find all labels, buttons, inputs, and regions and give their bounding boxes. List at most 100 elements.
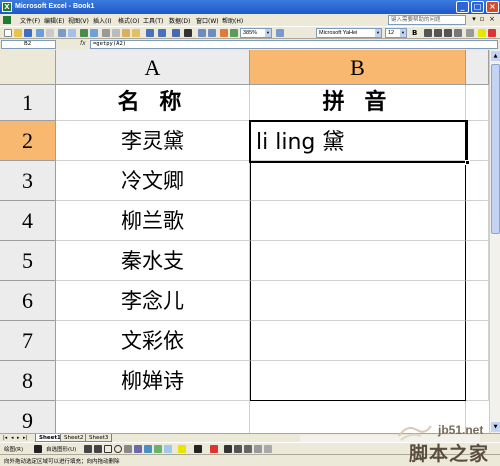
- vertical-scroll-thumb[interactable]: [491, 64, 500, 234]
- menu-data[interactable]: 数据(D): [169, 16, 190, 25]
- cell-c6[interactable]: [466, 281, 489, 321]
- menu-insert[interactable]: 插入(I): [93, 16, 111, 25]
- cell-b6[interactable]: [250, 281, 466, 321]
- diagram-icon[interactable]: [144, 445, 152, 453]
- cell-a8[interactable]: 柳婵诗: [56, 361, 250, 401]
- cell-b7[interactable]: [250, 321, 466, 361]
- font-name-select[interactable]: Microsoft YaHei ▼: [316, 28, 382, 38]
- research-icon[interactable]: [90, 29, 98, 37]
- line-icon[interactable]: [84, 445, 92, 453]
- cell-a3[interactable]: 冷文卿: [56, 161, 250, 201]
- cell-a4[interactable]: 柳兰歌: [56, 201, 250, 241]
- line-style-icon[interactable]: [224, 445, 232, 453]
- column-header-b[interactable]: B: [250, 50, 466, 85]
- copy-icon[interactable]: [112, 29, 120, 37]
- select-all-corner[interactable]: [0, 50, 56, 85]
- permission-icon[interactable]: [36, 29, 44, 37]
- redo-icon[interactable]: [158, 29, 166, 37]
- borders-icon[interactable]: [466, 29, 474, 37]
- minimize-button[interactable]: _: [456, 1, 469, 13]
- column-header-a[interactable]: A: [56, 50, 250, 85]
- menu-tools[interactable]: 工具(T): [143, 16, 163, 25]
- row-header-8[interactable]: 8: [0, 361, 56, 401]
- align-center-icon[interactable]: [434, 29, 442, 37]
- arrow-style-icon[interactable]: [244, 445, 252, 453]
- save-icon[interactable]: [24, 29, 32, 37]
- menu-edit[interactable]: 编辑(E): [44, 16, 64, 25]
- cell-a2[interactable]: 李灵黛: [56, 121, 250, 161]
- sort-ascending-icon[interactable]: [198, 29, 206, 37]
- format-painter-icon[interactable]: [132, 29, 140, 37]
- row-header-1[interactable]: 1: [0, 85, 56, 121]
- cell-b9[interactable]: [250, 401, 466, 433]
- cell-a6[interactable]: 李念儿: [56, 281, 250, 321]
- row-header-7[interactable]: 7: [0, 321, 56, 361]
- cell-b5[interactable]: [250, 241, 466, 281]
- cell-a9[interactable]: [56, 401, 250, 433]
- cut-icon[interactable]: [102, 29, 110, 37]
- help-icon[interactable]: [276, 29, 284, 37]
- first-sheet-icon[interactable]: |◂: [3, 435, 7, 441]
- new-icon[interactable]: [4, 29, 12, 37]
- workbook-icon[interactable]: [3, 16, 11, 24]
- help-search-input[interactable]: 键入需要帮助的问题: [388, 15, 466, 25]
- chart-wizard-icon[interactable]: [220, 29, 228, 37]
- spelling-icon[interactable]: [80, 29, 88, 37]
- autosum-icon[interactable]: [184, 29, 192, 37]
- dash-style-icon[interactable]: [234, 445, 242, 453]
- zoom-select[interactable]: 385% ▼: [240, 28, 272, 38]
- select-objects-icon[interactable]: [34, 445, 42, 453]
- arrow-icon[interactable]: [94, 445, 102, 453]
- bold-button[interactable]: B: [412, 29, 417, 37]
- draw-line-color-icon[interactable]: [194, 445, 202, 453]
- textbox-icon[interactable]: [124, 445, 132, 453]
- cell-c7[interactable]: [466, 321, 489, 361]
- cell-c8[interactable]: [466, 361, 489, 401]
- cell-b1[interactable]: 拼 音: [250, 85, 466, 121]
- menu-window[interactable]: 窗口(W): [196, 16, 219, 25]
- rectangle-icon[interactable]: [104, 445, 112, 453]
- draw-font-color-icon[interactable]: [210, 445, 218, 453]
- fill-color-icon[interactable]: [478, 29, 486, 37]
- wordart-icon[interactable]: [134, 445, 142, 453]
- paste-icon[interactable]: [122, 29, 130, 37]
- menu-help[interactable]: 帮助(H): [222, 16, 243, 25]
- draw-fill-color-icon[interactable]: [178, 445, 186, 453]
- prev-sheet-icon[interactable]: ◂: [11, 435, 14, 441]
- align-right-icon[interactable]: [444, 29, 452, 37]
- cell-a1[interactable]: 名 称: [56, 85, 250, 121]
- next-sheet-icon[interactable]: ▸: [17, 435, 20, 441]
- formula-input[interactable]: =getpy(A2): [90, 40, 498, 49]
- menu-format[interactable]: 格式(O): [118, 16, 139, 25]
- horizontal-scrollbar[interactable]: [300, 435, 480, 442]
- maximize-button[interactable]: □: [471, 1, 484, 13]
- row-header-5[interactable]: 5: [0, 241, 56, 281]
- tab-sheet3[interactable]: Sheet3: [85, 434, 113, 442]
- cell-c5[interactable]: [466, 241, 489, 281]
- cell-b8[interactable]: [250, 361, 466, 401]
- picture-icon[interactable]: [164, 445, 172, 453]
- undo-icon[interactable]: [146, 29, 154, 37]
- last-sheet-icon[interactable]: ▸|: [23, 435, 27, 441]
- align-left-icon[interactable]: [424, 29, 432, 37]
- row-header-6[interactable]: 6: [0, 281, 56, 321]
- drawing-icon[interactable]: [230, 29, 238, 37]
- cell-c1[interactable]: [466, 85, 489, 121]
- clipart-icon[interactable]: [154, 445, 162, 453]
- close-workbook-icon[interactable]: ×: [488, 16, 496, 24]
- restore-icon[interactable]: ▫: [478, 16, 486, 24]
- mail-icon[interactable]: [46, 29, 54, 37]
- print-preview-icon[interactable]: [68, 29, 76, 37]
- fx-icon[interactable]: fx: [80, 40, 86, 47]
- name-box[interactable]: B2: [1, 40, 56, 49]
- cell-c4[interactable]: [466, 201, 489, 241]
- sort-descending-icon[interactable]: [208, 29, 216, 37]
- merge-center-icon[interactable]: [454, 29, 462, 37]
- hyperlink-icon[interactable]: [172, 29, 180, 37]
- font-color-icon[interactable]: [488, 29, 496, 37]
- scroll-down-icon[interactable]: ▼: [491, 422, 500, 432]
- font-size-select[interactable]: 12 ▼: [385, 28, 407, 38]
- autoshapes-menu[interactable]: 自选图形(U): [46, 445, 76, 453]
- column-header-c[interactable]: [466, 50, 489, 85]
- row-header-3[interactable]: 3: [0, 161, 56, 201]
